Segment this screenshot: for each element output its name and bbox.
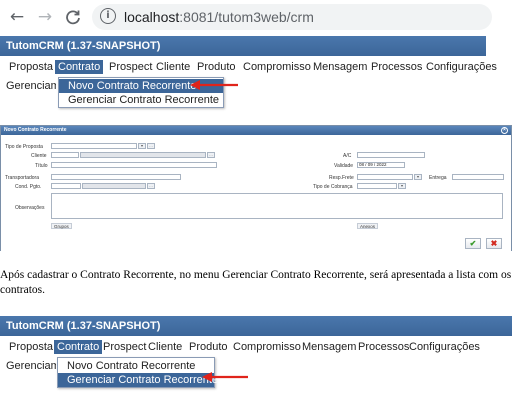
app-title-2: TutomCRM (1.37-SNAPSHOT) — [6, 320, 161, 332]
main-menu: Proposta Contrato Prospect Cliente Produ… — [0, 58, 497, 76]
red-arrow-annotation — [190, 80, 238, 90]
ac-field[interactable] — [357, 152, 425, 158]
menu-proposta[interactable]: Proposta — [6, 60, 56, 74]
label-transportadora: Transportadora — [5, 175, 39, 181]
contrato-dropdown-2: Novo Contrato Recorrente Gerenciar Contr… — [57, 357, 218, 388]
red-arrow-annotation-2 — [202, 372, 248, 382]
url-path: :8081/tutom3web/crm — [179, 9, 314, 25]
tipo-proposta-select[interactable] — [51, 143, 137, 149]
page-heading-partial: Gerenciam — [6, 80, 56, 92]
confirm-check-icon[interactable]: ✔ — [465, 238, 481, 249]
menu-configuracoes[interactable]: Configurações — [423, 60, 500, 74]
menu-mensagem[interactable]: Mensagem — [310, 60, 370, 74]
url-text[interactable]: localhost:8081/tutom3web/crm — [124, 9, 314, 25]
label-resp-frete: Resp.Frete — [329, 175, 354, 181]
menu2-produto[interactable]: Produto — [186, 340, 231, 354]
tipo-proposta-dropdown-icon[interactable]: ▾ — [138, 143, 146, 149]
app-title-bar: TutomCRM (1.37-SNAPSHOT) — [0, 36, 486, 56]
label-ac: A/C — [343, 153, 352, 159]
label-observacoes: Observações — [15, 205, 45, 211]
tab-grupos[interactable]: Grupos — [51, 223, 72, 229]
transportadora-field[interactable] — [51, 174, 181, 180]
close-icon[interactable]: × — [501, 127, 508, 134]
label-tipo-cobranca: Tipo de Cobrança — [313, 184, 353, 190]
back-arrow-icon[interactable]: ← — [6, 6, 28, 28]
app-title-bar-2: TutomCRM (1.37-SNAPSHOT) — [0, 316, 512, 336]
tipo-cobranca-select[interactable] — [357, 183, 397, 189]
menu-cliente[interactable]: Cliente — [153, 60, 193, 74]
cliente-code-field[interactable] — [51, 152, 79, 158]
dropdown2-item-novo-contrato[interactable]: Novo Contrato Recorrente — [58, 359, 214, 373]
label-tipo-proposta: Tipo de Proposta — [5, 144, 43, 150]
dialog-body: Tipo de Proposta ▾ … Cliente … Título Tr… — [1, 135, 511, 251]
validade-field[interactable]: 08 / 09 / 2022 — [357, 162, 405, 168]
cliente-name-field — [80, 152, 206, 158]
label-validade: Validade — [334, 163, 354, 169]
browser-toolbar: ← → i localhost:8081/tutom3web/crm — [0, 0, 512, 34]
dialog-title: Novo Contrato Recorrente — [4, 127, 67, 133]
dropdown-item-gerenciar-contrato[interactable]: Gerenciar Contrato Recorrente — [59, 93, 223, 107]
cond-pgto-search-icon[interactable]: … — [147, 183, 155, 189]
label-titulo: Título — [35, 163, 48, 169]
label-entrega: Entrega — [429, 175, 447, 181]
instruction-paragraph: Após cadastrar o Contrato Recorrente, no… — [0, 269, 512, 296]
novo-contrato-dialog: Novo Contrato Recorrente × Tipo de Propo… — [0, 125, 512, 251]
dropdown2-item-gerenciar-contrato[interactable]: Gerenciar Contrato Recorrente — [58, 373, 218, 387]
main-menu-2: Proposta Contrato Prospect Cliente Produ… — [0, 338, 512, 356]
entrega-field[interactable] — [452, 174, 504, 180]
resp-frete-dropdown-icon[interactable]: ▾ — [414, 174, 422, 180]
cond-pgto-name-field — [82, 183, 146, 189]
tab-anexos[interactable]: Anexos — [357, 223, 379, 229]
menu-produto[interactable]: Produto — [194, 60, 239, 74]
menu2-contrato[interactable]: Contrato — [54, 340, 103, 354]
menu2-cliente[interactable]: Cliente — [145, 340, 185, 354]
observacoes-textarea[interactable] — [51, 193, 503, 219]
reload-icon[interactable] — [62, 6, 84, 28]
cliente-search-icon[interactable]: … — [207, 152, 215, 158]
app-title: TutomCRM (1.37-SNAPSHOT) — [6, 40, 161, 52]
tipo-cobranca-dropdown-icon[interactable]: ▾ — [398, 183, 406, 189]
cond-pgto-code-field[interactable] — [51, 183, 81, 189]
url-host: localhost — [124, 9, 180, 25]
menu2-prospect[interactable]: Prospect — [100, 340, 149, 354]
menu2-compromisso[interactable]: Compromisso — [230, 340, 304, 354]
dialog-title-bar: Novo Contrato Recorrente × — [1, 126, 511, 135]
menu2-processos[interactable]: Processos — [355, 340, 412, 354]
menu-compromisso[interactable]: Compromisso — [240, 60, 314, 74]
page-heading-partial-2: Gerenciam — [6, 360, 56, 372]
tipo-proposta-more-icon[interactable]: … — [147, 143, 155, 149]
menu2-proposta[interactable]: Proposta — [6, 340, 56, 354]
cancel-x-icon[interactable]: ✖ — [486, 238, 502, 249]
menu-prospect[interactable]: Prospect — [106, 60, 155, 74]
site-info-icon[interactable]: i — [100, 8, 116, 24]
menu2-mensagem[interactable]: Mensagem — [299, 340, 359, 354]
resp-frete-select[interactable] — [357, 174, 413, 180]
menu2-configuracoes[interactable]: Configurações — [406, 340, 483, 354]
menu-processos[interactable]: Processos — [368, 60, 425, 74]
menu-contrato[interactable]: Contrato — [55, 60, 104, 74]
titulo-field[interactable] — [51, 162, 217, 168]
label-cond-pgto: Cond. Pgto. — [15, 184, 42, 190]
label-cliente: Cliente — [31, 153, 47, 159]
forward-arrow-icon[interactable]: → — [34, 6, 56, 28]
